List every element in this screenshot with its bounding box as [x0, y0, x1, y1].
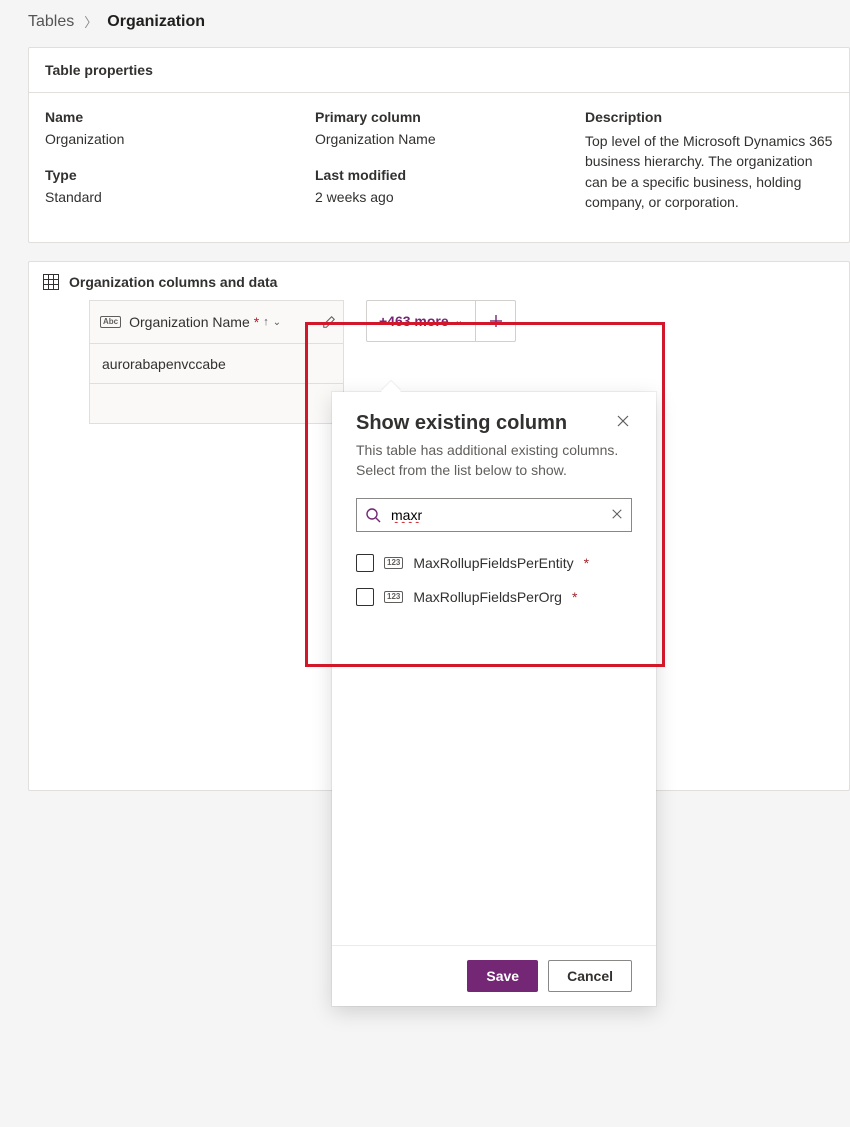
text-type-icon: Abc	[100, 316, 121, 328]
number-type-icon: 123	[384, 557, 403, 569]
prop-description-value: Top level of the Microsoft Dynamics 365 …	[585, 131, 833, 212]
edit-column-button[interactable]	[314, 300, 344, 344]
table-cell[interactable]: aurorabapenvccabe	[89, 344, 344, 384]
column-option[interactable]: 123 MaxRollupFieldsPerOrg *	[356, 580, 632, 614]
prop-name-value: Organization	[45, 131, 315, 147]
table-cell-empty[interactable]	[89, 384, 344, 424]
save-button[interactable]: Save	[467, 960, 538, 992]
column-option[interactable]: 123 MaxRollupFieldsPerEntity *	[356, 546, 632, 580]
popover-title: Show existing column	[356, 412, 567, 435]
required-asterisk: *	[572, 589, 577, 605]
close-icon	[616, 414, 630, 428]
column-option-label: MaxRollupFieldsPerEntity	[413, 555, 573, 571]
clear-search-button[interactable]	[611, 508, 623, 523]
checkbox[interactable]	[356, 554, 374, 572]
sort-ascending-icon: ↑	[263, 316, 269, 328]
column-option-label: MaxRollupFieldsPerOrg	[413, 589, 562, 605]
prop-description-label: Description	[585, 109, 833, 125]
show-existing-column-popover: Show existing column This table has addi…	[332, 392, 656, 1006]
chevron-down-icon: ⌄	[455, 316, 463, 327]
search-input[interactable]	[389, 506, 601, 524]
search-field-wrapper	[356, 498, 632, 532]
close-button[interactable]	[614, 412, 632, 433]
pencil-icon	[322, 315, 336, 329]
required-asterisk: *	[254, 314, 259, 330]
plus-icon	[489, 314, 503, 328]
prop-modified-label: Last modified	[315, 167, 585, 183]
card-title: Table properties	[29, 48, 849, 93]
close-icon	[611, 508, 623, 520]
add-column-button[interactable]	[475, 301, 515, 341]
required-asterisk: *	[584, 555, 589, 571]
table-grid-icon	[43, 274, 59, 290]
prop-primary-value: Organization Name	[315, 131, 585, 147]
more-columns-button[interactable]: +463 more ⌄	[367, 301, 475, 341]
column-header-organization-name[interactable]: Abc Organization Name * ↑ ⌄	[89, 300, 314, 344]
prop-name-label: Name	[45, 109, 315, 125]
prop-modified-value: 2 weeks ago	[315, 189, 585, 205]
column-header-label: Organization Name	[129, 314, 250, 330]
checkbox[interactable]	[356, 588, 374, 606]
prop-type-label: Type	[45, 167, 315, 183]
more-columns-label: +463 more	[379, 313, 449, 329]
number-type-icon: 123	[384, 591, 403, 603]
breadcrumb-parent[interactable]: Tables	[28, 13, 74, 31]
cancel-button[interactable]: Cancel	[548, 960, 632, 992]
columns-section-title: Organization columns and data	[69, 274, 277, 290]
breadcrumb-current: Organization	[107, 13, 205, 31]
breadcrumb: Tables 〉 Organization	[28, 12, 850, 31]
popover-subtitle: This table has additional existing colum…	[356, 441, 632, 480]
chevron-down-icon[interactable]: ⌄	[273, 317, 281, 328]
search-icon	[365, 507, 381, 526]
prop-type-value: Standard	[45, 189, 315, 205]
chevron-right-icon: 〉	[84, 12, 97, 31]
prop-primary-label: Primary column	[315, 109, 585, 125]
table-properties-card: Table properties Name Organization Type …	[28, 47, 850, 243]
